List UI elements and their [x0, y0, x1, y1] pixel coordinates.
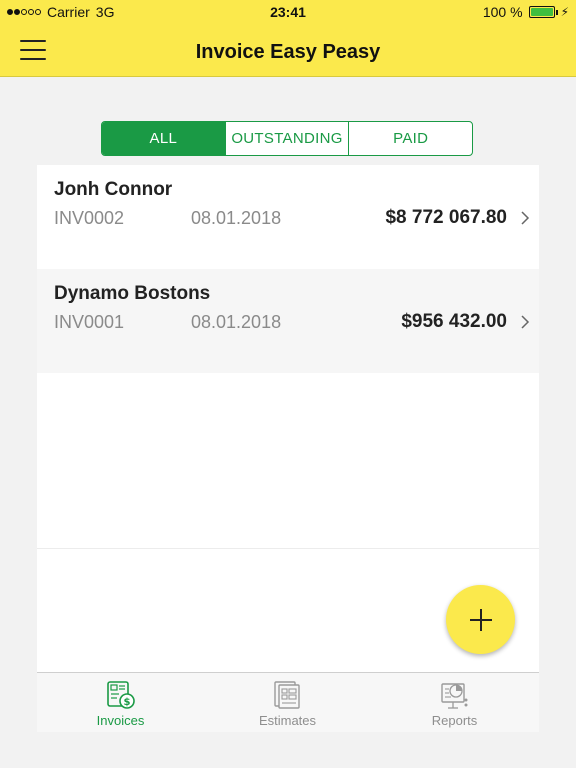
- battery-percent: 100 %: [482, 4, 523, 20]
- filter-all[interactable]: ALL: [102, 122, 226, 155]
- add-invoice-button[interactable]: [446, 585, 515, 654]
- tab-invoices[interactable]: $ Invoices: [37, 673, 204, 733]
- filter-outstanding[interactable]: OUTSTANDING: [226, 122, 350, 155]
- list-divider: [37, 548, 539, 549]
- chevron-right-icon: [521, 315, 530, 329]
- invoice-row[interactable]: Jonh Connor INV0002 08.01.2018 $8 772 06…: [37, 165, 539, 269]
- invoice-amount: $8 772 067.80: [385, 207, 507, 228]
- invoice-date: 08.01.2018: [191, 208, 282, 228]
- estimates-icon: [273, 681, 300, 709]
- svg-text:$: $: [123, 697, 130, 708]
- tab-label: Invoices: [96, 713, 145, 728]
- plus-icon: [469, 608, 492, 631]
- invoices-icon: $: [106, 681, 135, 709]
- tab-label: Estimates: [258, 713, 317, 728]
- invoice-amount: $956 432.00: [401, 311, 507, 332]
- client-name: Jonh Connor: [54, 179, 173, 200]
- status-right: 100 % ⚡: [483, 4, 569, 20]
- invoice-date: 08.01.2018: [191, 312, 282, 332]
- app-header: Carrier 3G 23:41 100 % ⚡ Invoice Easy Pe…: [0, 0, 576, 77]
- chevron-right-icon: [521, 211, 530, 225]
- invoice-filter: ALL OUTSTANDING PAID: [101, 121, 473, 156]
- tab-estimates[interactable]: Estimates: [204, 673, 371, 733]
- battery-icon: [528, 6, 558, 18]
- invoice-number: INV0002: [54, 208, 125, 228]
- tab-label: Reports: [431, 713, 478, 728]
- charging-icon: ⚡: [560, 5, 569, 19]
- tab-bar: $ Invoices Estimates Reports: [37, 672, 539, 732]
- filter-paid[interactable]: PAID: [349, 122, 472, 155]
- invoice-number: INV0001: [54, 312, 125, 332]
- invoice-row[interactable]: Dynamo Bostons INV0001 08.01.2018 $956 4…: [37, 269, 539, 373]
- status-bar: Carrier 3G 23:41 100 % ⚡: [0, 0, 576, 24]
- tab-reports[interactable]: Reports: [371, 673, 538, 733]
- page-title: Invoice Easy Peasy: [195, 41, 381, 63]
- reports-icon: [440, 683, 467, 709]
- client-name: Dynamo Bostons: [54, 283, 211, 304]
